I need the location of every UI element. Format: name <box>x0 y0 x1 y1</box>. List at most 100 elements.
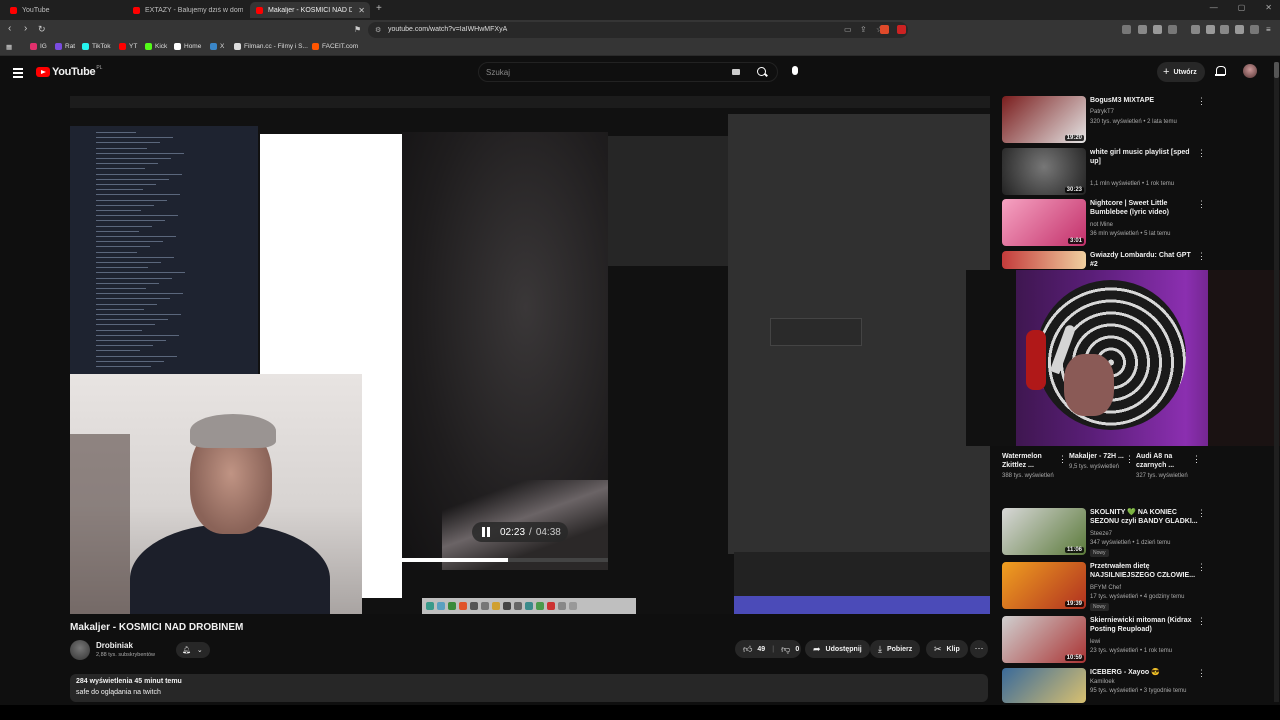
more-options-icon[interactable]: ⋮ <box>1197 616 1206 627</box>
video-thumbnail[interactable]: 11:06 <box>1002 508 1086 555</box>
extension-icon[interactable] <box>1168 25 1177 34</box>
search-icon[interactable] <box>757 67 766 76</box>
browser-tab-extazy[interactable]: EXTAZY - Balujemy dziś w domu (Off <box>127 2 247 18</box>
more-options-icon[interactable]: ⋮ <box>1197 251 1206 262</box>
search-input[interactable]: Szukaj <box>478 62 778 82</box>
bookmark-icon[interactable]: ⚑ <box>354 25 361 34</box>
playback-time-pill[interactable]: 02:23 / 04:38 <box>472 522 568 542</box>
channel-avatar[interactable] <box>70 640 90 660</box>
bookmark-ig[interactable]: IG <box>30 43 47 50</box>
pause-icon[interactable] <box>482 527 490 537</box>
bookmark-filman[interactable]: Filman.cc - Filmy i S... <box>234 43 308 50</box>
site-info-icon[interactable]: ⚙ <box>375 26 381 34</box>
short-item[interactable]: Makaljer - 72H ... 9,5 tys. wyświetleń ⋮ <box>1069 452 1134 471</box>
scrollbar-thumb[interactable] <box>1274 62 1279 78</box>
video-thumbnail[interactable]: 30:23 <box>1002 148 1086 195</box>
hamburger-menu-icon[interactable] <box>13 68 23 80</box>
back-icon[interactable]: ‹ <box>8 23 11 34</box>
new-tab-icon[interactable]: + <box>376 3 382 14</box>
video-thumbnail[interactable] <box>1002 251 1086 269</box>
more-options-icon[interactable]: ⋮ <box>1197 508 1206 519</box>
video-title[interactable]: white girl music playlist [sped up] <box>1090 148 1198 166</box>
minimize-icon[interactable]: — <box>1210 3 1218 12</box>
wallet-icon[interactable] <box>1220 25 1229 34</box>
download-button[interactable]: ⤓ Pobierz <box>870 640 921 658</box>
clip-button[interactable]: ✂ Klip <box>926 640 968 658</box>
video-title[interactable]: Nightcore | Sweet Little Bumblebee (lyri… <box>1090 199 1198 217</box>
bookmark-yt[interactable]: YT <box>119 43 137 50</box>
share-page-icon[interactable]: ⇪ <box>860 25 867 34</box>
video-thumbnail[interactable]: 19:39 <box>1002 562 1086 609</box>
maximize-icon[interactable]: ▢ <box>1238 3 1246 12</box>
more-options-icon[interactable]: ⋮ <box>1197 562 1206 573</box>
channel-name[interactable]: Drobiniak <box>96 641 133 650</box>
extension-icon[interactable] <box>1153 25 1162 34</box>
youtube-logo[interactable]: YouTube PL <box>36 65 102 78</box>
short-title[interactable]: Watermelon Zkittlez ... <box>1002 452 1064 470</box>
more-options-icon[interactable]: ⋮ <box>1197 199 1206 210</box>
extension-badge-icon[interactable] <box>897 25 906 34</box>
forward-icon[interactable]: › <box>24 23 27 34</box>
video-title[interactable]: ICEBERG - Xayoo 😎 <box>1090 668 1198 677</box>
close-tab-icon[interactable]: ✕ <box>358 6 365 15</box>
short-title[interactable]: Makaljer - 72H ... <box>1069 452 1131 461</box>
more-options-icon[interactable]: ⋮ <box>1197 96 1206 107</box>
video-progress-bar[interactable] <box>402 558 608 562</box>
short-title[interactable]: Audi A8 na czarnych ... <box>1136 452 1198 470</box>
more-actions-icon[interactable]: ⋯ <box>970 640 988 658</box>
cast-icon[interactable]: ▭ <box>844 25 852 34</box>
browser-tab-active[interactable]: Makaljer - KOSMICI NAD DR... ✕ <box>250 2 370 18</box>
apps-grid-icon[interactable]: ▦ <box>6 43 12 51</box>
extension-icon[interactable] <box>1122 25 1131 34</box>
notifications-bell-icon[interactable] <box>1215 65 1226 77</box>
more-options-icon[interactable]: ⋮ <box>1192 454 1201 465</box>
extensions-puzzle-icon[interactable] <box>1235 25 1244 34</box>
page-scrollbar[interactable] <box>1274 62 1279 702</box>
reload-icon[interactable]: ↻ <box>38 24 46 35</box>
more-options-icon[interactable]: ⋮ <box>1197 668 1206 679</box>
bookmark-x[interactable]: X <box>210 43 224 50</box>
browser-tab-youtube[interactable]: YouTube <box>4 2 124 18</box>
video-title[interactable]: SKOLNITY 💚 NA KONIEC SEZONU czyli BANDY … <box>1090 508 1198 526</box>
brave-shield-icon[interactable] <box>880 25 889 34</box>
dislike-icon[interactable]: 👎︎ <box>781 644 790 655</box>
video-player[interactable]: 02:23 / 04:38 <box>70 96 990 614</box>
media-controls-icon[interactable] <box>1191 25 1200 34</box>
subscription-bell-button[interactable]: 🔔︎ ⌄ <box>176 642 210 658</box>
bookmark-rat[interactable]: Rat <box>55 43 75 50</box>
more-options-icon[interactable]: ⋮ <box>1197 148 1206 159</box>
bookmark-kick[interactable]: Kick <box>145 43 167 50</box>
vpn-icon[interactable] <box>1250 25 1259 34</box>
more-options-icon[interactable]: ⋮ <box>1125 454 1134 465</box>
address-bar[interactable]: ⚙ youtube.com/watch?v=IaIWHwMFXyA ▭ ⇪ ☆ <box>368 22 908 38</box>
channel-name[interactable]: BFYM Chef <box>1090 585 1121 591</box>
video-title[interactable]: Gwiazdy Lombardu: Chat GPT #2 <box>1090 251 1198 269</box>
sidebar-toggle-icon[interactable] <box>1206 25 1215 34</box>
microphone-icon[interactable] <box>792 66 798 75</box>
channel-name[interactable]: lewi <box>1090 639 1100 645</box>
like-icon[interactable]: 👍︎ <box>743 644 752 655</box>
close-window-icon[interactable]: ✕ <box>1265 3 1272 12</box>
dislike-count[interactable]: 0 <box>795 646 799 653</box>
share-button[interactable]: ➦ Udostępnij <box>805 640 870 658</box>
video-title[interactable]: Przetrwałem dietę NAJSILNIEJSZEGO CZŁOWI… <box>1090 562 1198 580</box>
description-box[interactable]: 284 wyświetlenia 45 minut temu safe do o… <box>70 674 988 702</box>
bookmark-faceit[interactable]: FACEIT.com <box>312 43 358 50</box>
bookmark-tiktok[interactable]: TikTok <box>82 43 111 50</box>
channel-name[interactable]: Steeze7 <box>1090 531 1112 537</box>
create-button[interactable]: + Utwórz <box>1157 62 1205 82</box>
like-count[interactable]: 49 <box>757 646 765 653</box>
keyboard-icon[interactable] <box>732 69 740 75</box>
video-title[interactable]: Skierniewicki mitoman (Kidrax Posting Re… <box>1090 616 1198 634</box>
channel-name[interactable]: PatrykT7 <box>1090 109 1114 115</box>
user-avatar[interactable] <box>1243 64 1257 78</box>
bookmark-home[interactable]: Home <box>174 43 201 50</box>
browser-menu-icon[interactable]: ≡ <box>1266 25 1271 34</box>
video-thumbnail[interactable]: 19:20 <box>1002 96 1086 143</box>
video-thumbnail[interactable] <box>1002 668 1086 703</box>
more-options-icon[interactable]: ⋮ <box>1058 454 1067 465</box>
video-thumbnail[interactable]: 3:01 <box>1002 199 1086 246</box>
channel-name[interactable]: Kamiloek <box>1090 679 1115 685</box>
extension-icon[interactable] <box>1138 25 1147 34</box>
video-thumbnail[interactable]: 10:59 <box>1002 616 1086 663</box>
